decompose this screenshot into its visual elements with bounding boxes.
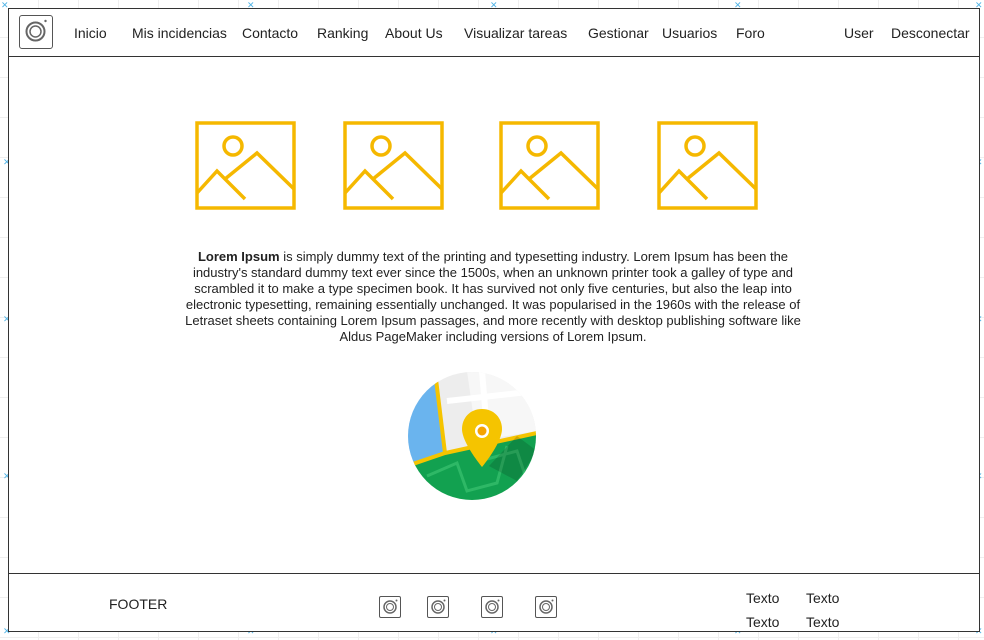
selection-handle[interactable]: ✕ [1, 2, 9, 11]
camera-logo-icon[interactable] [19, 15, 53, 49]
canvas: ✕ ✕ ✕ ✕ ✕ ✕ ✕ ✕ ✕ ✕ ✕ ✕ ✕ ✕ ✕ ✕ Inicio M… [0, 0, 984, 640]
map-location-icon [408, 372, 536, 500]
footer-link[interactable]: Texto [746, 614, 779, 630]
camera-icon [485, 599, 500, 614]
nav-item-ranking[interactable]: Ranking [317, 25, 368, 41]
footer-title: FOOTER [109, 596, 168, 612]
nav-item-gestionar[interactable]: Gestionar [588, 25, 649, 41]
image-placeholder-icon [499, 121, 600, 210]
nav-item-inicio[interactable]: Inicio [74, 25, 107, 41]
footer-link[interactable]: Texto [806, 590, 839, 606]
nav-item-usuarios[interactable]: Usuarios [662, 25, 717, 41]
nav-item-about-us[interactable]: About Us [385, 25, 443, 41]
social-camera-icon[interactable] [379, 596, 401, 618]
paragraph-lead: Lorem Ipsum [197, 249, 280, 264]
header-nav: Inicio Mis incidencias Contacto Ranking … [9, 9, 979, 57]
nav-item-visualizar-tareas[interactable]: Visualizar tareas [464, 25, 567, 41]
image-placeholder-icon [657, 121, 758, 210]
social-camera-icon[interactable] [427, 596, 449, 618]
nav-item-contacto[interactable]: Contacto [242, 25, 298, 41]
camera-icon [25, 19, 47, 42]
image-placeholder-icon [343, 121, 444, 210]
social-camera-icon[interactable] [535, 596, 557, 618]
footer-link[interactable]: Texto [746, 590, 779, 606]
lorem-paragraph: Lorem Ipsum is simply dummy text of the … [177, 249, 809, 345]
nav-item-mis-incidencias[interactable]: Mis incidencias [132, 25, 227, 41]
footer-link[interactable]: Texto [806, 614, 839, 630]
image-placeholder-icon [195, 121, 296, 210]
nav-item-foro[interactable]: Foro [736, 25, 765, 41]
camera-icon [431, 599, 446, 614]
logout-link[interactable]: Desconectar [891, 25, 970, 41]
social-camera-icon[interactable] [481, 596, 503, 618]
camera-icon [539, 599, 554, 614]
page-frame: Inicio Mis incidencias Contacto Ranking … [8, 8, 980, 632]
footer: FOOTER Texto Texto Texto Texto [9, 573, 979, 631]
camera-icon [383, 599, 398, 614]
nav-user[interactable]: User [844, 25, 874, 41]
